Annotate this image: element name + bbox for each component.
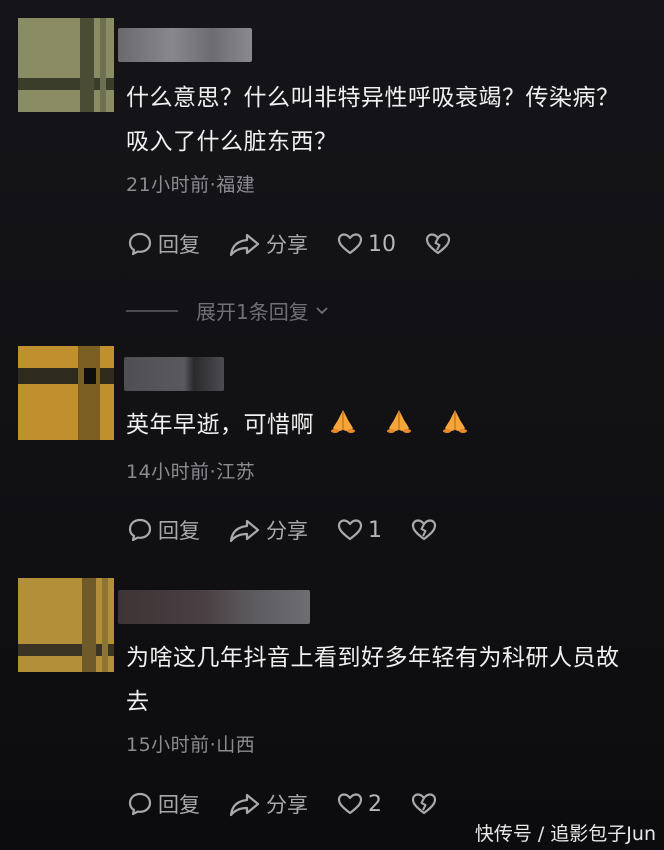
share-label: 分享 bbox=[266, 519, 308, 543]
reply-label: 回复 bbox=[158, 519, 200, 543]
share-button[interactable]: 分享 bbox=[228, 515, 308, 545]
comment-actions: 回复 分享 2 bbox=[126, 788, 470, 820]
avatar[interactable] bbox=[18, 578, 114, 672]
share-icon bbox=[229, 793, 260, 817]
comment-meta: 15小时前·山西 bbox=[126, 734, 256, 756]
comment-meta: 14小时前·江苏 bbox=[126, 461, 256, 483]
watermark: 快传号 / 追影包子Jun bbox=[474, 823, 656, 845]
comment-actions: 回复 分享 1 bbox=[126, 514, 470, 546]
reply-label: 回复 bbox=[158, 233, 200, 257]
like-count: 10 bbox=[368, 231, 396, 257]
share-label: 分享 bbox=[266, 793, 308, 817]
dislike-button[interactable] bbox=[410, 790, 442, 818]
like-button[interactable]: 2 bbox=[336, 790, 382, 818]
like-button[interactable]: 10 bbox=[336, 230, 396, 258]
reply-icon bbox=[128, 232, 152, 256]
folded-hands-emoji bbox=[387, 410, 411, 433]
expand-label: 展开1条回复 bbox=[196, 300, 309, 324]
reply-icon bbox=[128, 792, 152, 816]
username-blurred[interactable] bbox=[118, 28, 252, 62]
comment-text: 英年早逝，可惜啊 bbox=[126, 403, 636, 447]
broken-heart-icon bbox=[411, 793, 437, 815]
reply-button[interactable]: 回复 bbox=[126, 229, 200, 259]
comment-actions: 回复 分享 10 bbox=[126, 228, 484, 260]
reply-icon bbox=[128, 518, 152, 542]
reply-button[interactable]: 回复 bbox=[126, 789, 200, 819]
share-label: 分享 bbox=[266, 233, 308, 257]
share-icon bbox=[229, 519, 260, 543]
expand-divider bbox=[126, 309, 178, 312]
like-count: 2 bbox=[368, 791, 382, 817]
comment-text-content: 英年早逝，可惜啊 bbox=[126, 412, 314, 438]
broken-heart-icon bbox=[411, 519, 437, 541]
dislike-button[interactable] bbox=[424, 230, 456, 258]
expand-replies[interactable]: 展开1条回复 bbox=[126, 296, 332, 325]
share-button[interactable]: 分享 bbox=[228, 229, 308, 259]
share-button[interactable]: 分享 bbox=[228, 789, 308, 819]
heart-icon bbox=[337, 793, 363, 815]
share-icon bbox=[229, 233, 260, 257]
comment-meta: 21小时前·福建 bbox=[126, 174, 256, 196]
reply-button[interactable]: 回复 bbox=[126, 515, 200, 545]
dislike-button[interactable] bbox=[410, 516, 442, 544]
broken-heart-icon bbox=[425, 233, 451, 255]
username-blurred[interactable] bbox=[118, 590, 310, 624]
avatar[interactable] bbox=[18, 18, 114, 112]
reply-label: 回复 bbox=[158, 793, 200, 817]
comment-text: 什么意思？什么叫非特异性呼吸衰竭？传染病？吸入了什么脏东西？ bbox=[126, 85, 620, 155]
chevron-down-icon bbox=[316, 306, 328, 314]
avatar[interactable] bbox=[18, 346, 114, 440]
username-blurred[interactable] bbox=[124, 357, 224, 391]
folded-hands-emoji bbox=[331, 410, 355, 433]
heart-icon bbox=[337, 519, 363, 541]
like-button[interactable]: 1 bbox=[336, 516, 382, 544]
comment-text: 为啥这几年抖音上看到好多年轻有为科研人员故去 bbox=[126, 645, 620, 715]
folded-hands-emoji bbox=[443, 410, 467, 433]
heart-icon bbox=[337, 233, 363, 255]
like-count: 1 bbox=[368, 517, 382, 543]
